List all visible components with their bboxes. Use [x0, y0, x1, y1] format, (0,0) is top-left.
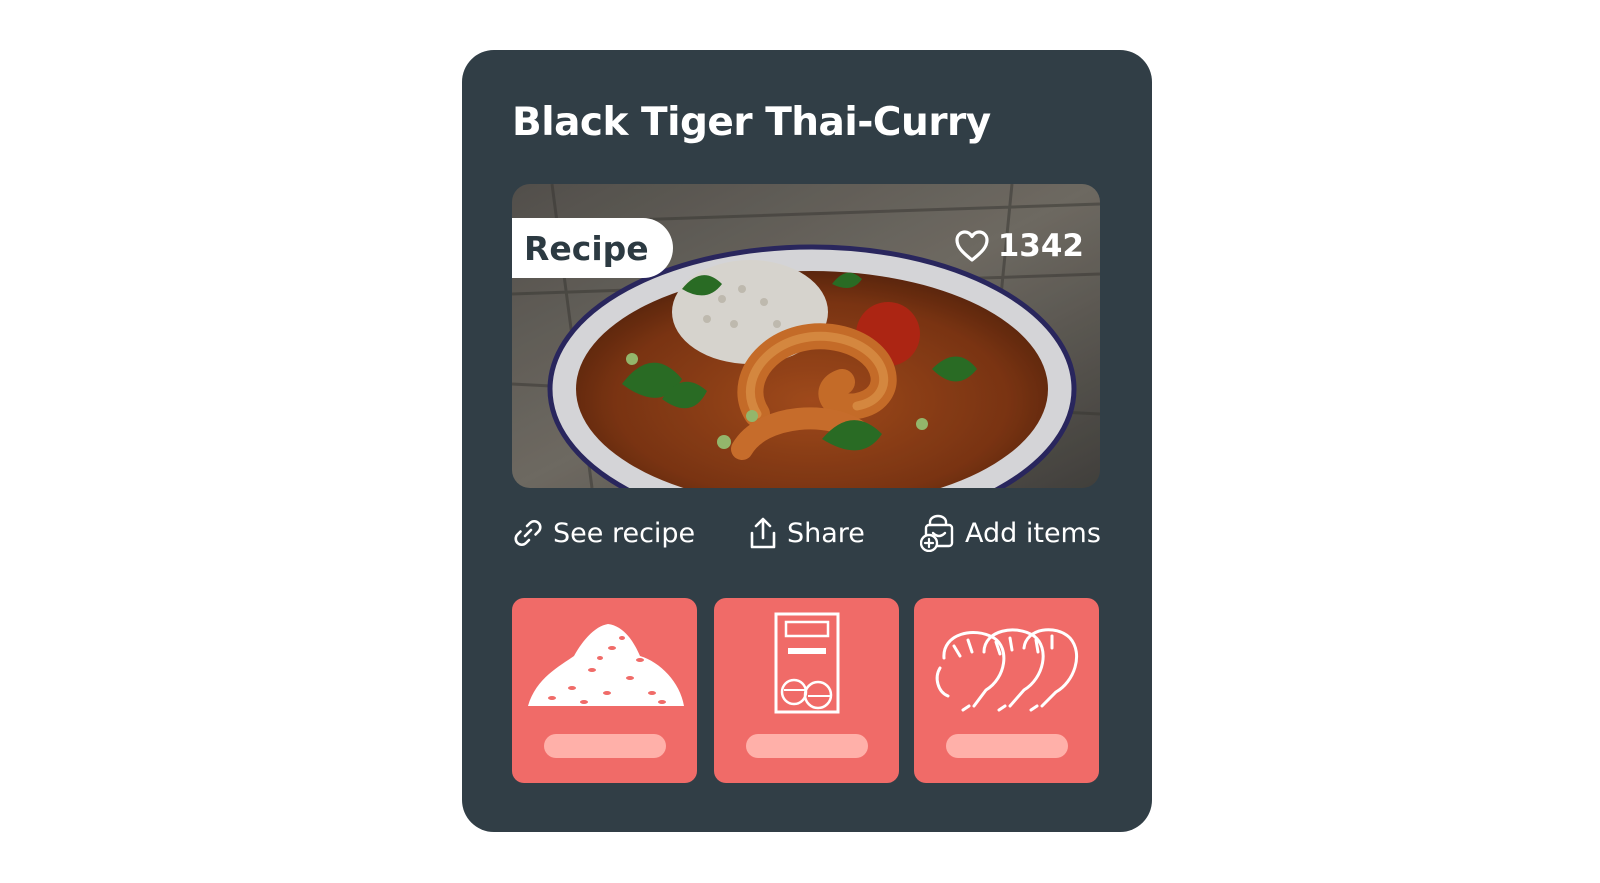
share-button[interactable]: Share — [748, 510, 865, 556]
shrimp-illustration — [935, 628, 1079, 712]
ingredient-tile-rice[interactable] — [512, 598, 697, 783]
see-recipe-label: See recipe — [553, 517, 696, 549]
curry-paste-package-illustration — [774, 612, 840, 714]
basket-add-icon — [920, 514, 954, 552]
link-icon — [514, 520, 542, 546]
recipe-photo[interactable]: Recipe 1342 — [512, 184, 1100, 488]
heart-icon — [955, 230, 989, 262]
ingredient-tile-curry-paste[interactable] — [714, 598, 899, 783]
ingredient-list — [512, 598, 1102, 783]
recipe-title: Black Tiger Thai-Curry — [512, 100, 991, 145]
see-recipe-button[interactable]: See recipe — [512, 510, 695, 556]
ingredient-name-placeholder — [544, 734, 666, 758]
like-count: 1342 — [997, 228, 1084, 264]
ingredient-tile-shrimp[interactable] — [914, 598, 1099, 783]
ingredient-name-placeholder — [746, 734, 868, 758]
add-items-button[interactable]: Add items — [920, 510, 1101, 556]
like-button[interactable]: 1342 — [954, 228, 1084, 264]
ingredient-name-placeholder — [946, 734, 1068, 758]
recipe-badge-label: Recipe — [524, 228, 649, 268]
share-icon — [750, 517, 776, 549]
share-label: Share — [787, 517, 865, 549]
rice-illustration — [528, 624, 684, 706]
recipe-card: Black Tiger Thai-Curry Recipe 1342 See r… — [462, 50, 1152, 832]
add-items-label: Add items — [965, 517, 1101, 549]
recipe-badge: Recipe — [512, 218, 673, 278]
action-bar: See recipe Share Add items — [512, 510, 1102, 556]
